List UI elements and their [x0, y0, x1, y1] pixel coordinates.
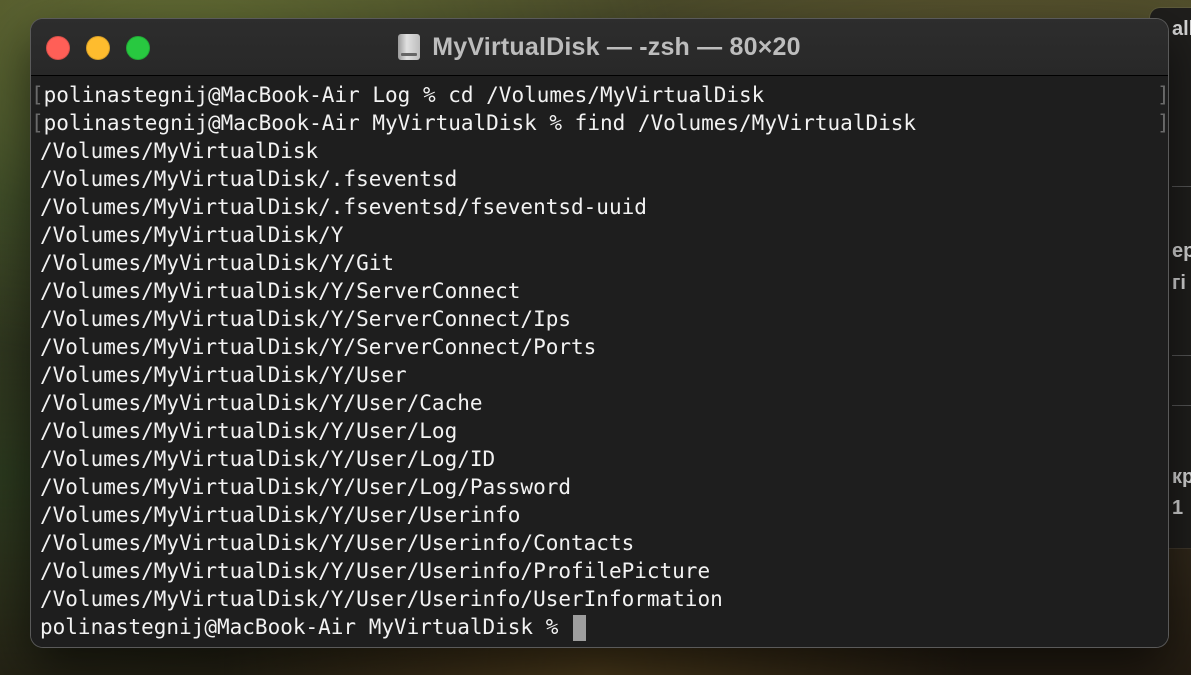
output-line: /Volumes/MyVirtualDisk/Y/Git [40, 251, 395, 275]
mark-bracket: [ [31, 111, 44, 135]
output-line: /Volumes/MyVirtualDisk/Y/User [40, 363, 407, 387]
output-line: /Volumes/MyVirtualDisk/Y/User/Userinfo/P… [40, 559, 711, 583]
command-text: find /Volumes/MyVirtualDisk [574, 111, 917, 135]
command-text: cd /Volumes/MyVirtualDisk [448, 83, 765, 107]
output-line: /Volumes/MyVirtualDisk/Y/User/Userinfo/U… [40, 587, 723, 611]
window-title-text: MyVirtualDisk — -zsh — 80×20 [432, 32, 801, 61]
background-window-text: ер [1172, 240, 1191, 262]
text-cursor [573, 615, 587, 641]
output-line: /Volumes/MyVirtualDisk/Y/User/Log/Passwo… [40, 475, 572, 499]
output-line: /Volumes/MyVirtualDisk [40, 139, 319, 163]
terminal-output: [polinastegnij@MacBook-Air Log % cd /Vol… [31, 81, 916, 641]
prompt: polinastegnij@MacBook-Air MyVirtualDisk … [43, 111, 575, 135]
background-window-text: 1 [1172, 497, 1184, 519]
output-line: /Volumes/MyVirtualDisk/.fseventsd [40, 167, 458, 191]
terminal-content[interactable]: [polinastegnij@MacBook-Air Log % cd /Vol… [31, 76, 1168, 647]
disk-icon [398, 34, 421, 60]
output-line: /Volumes/MyVirtualDisk/Y/ServerConnect/P… [40, 335, 597, 359]
current-prompt-line[interactable]: polinastegnij@MacBook-Air MyVirtualDisk … [40, 613, 916, 641]
mark-bracket: [ [31, 83, 44, 107]
output-line: /Volumes/MyVirtualDisk/Y/User/Log/ID [40, 447, 496, 471]
background-window-text: гі [1172, 272, 1186, 294]
background-divider [1172, 355, 1191, 356]
output-line: /Volumes/MyVirtualDisk/.fseventsd/fseven… [40, 195, 647, 219]
background-divider [1172, 405, 1191, 406]
mark-bracket: ] [1157, 81, 1168, 109]
output-line: /Volumes/MyVirtualDisk/Y/User/Userinfo [40, 503, 521, 527]
background-divider [1172, 186, 1191, 187]
output-line: /Volumes/MyVirtualDisk/Y/ServerConnect [40, 279, 521, 303]
terminal-window[interactable]: MyVirtualDisk — -zsh — 80×20 [polinasteg… [31, 19, 1168, 647]
prompt: polinastegnij@MacBook-Air Log % [43, 83, 449, 107]
title-bar[interactable]: MyVirtualDisk — -zsh — 80×20 [31, 19, 1168, 76]
mark-bracket: ] [1157, 109, 1168, 137]
output-line: /Volumes/MyVirtualDisk/Y/User/Userinfo/C… [40, 531, 635, 555]
prompt: polinastegnij@MacBook-Air MyVirtualDisk … [40, 615, 572, 639]
command-line: [polinastegnij@MacBook-Air Log % cd /Vol… [31, 81, 916, 109]
background-window-text: кр [1172, 466, 1191, 488]
background-window-text: all [1172, 18, 1191, 40]
window-title: MyVirtualDisk — -zsh — 80×20 [31, 19, 1168, 75]
command-line: [polinastegnij@MacBook-Air MyVirtualDisk… [31, 109, 916, 137]
output-line: /Volumes/MyVirtualDisk/Y/ServerConnect/I… [40, 307, 572, 331]
output-line: /Volumes/MyVirtualDisk/Y/User/Cache [40, 391, 483, 415]
output-line: /Volumes/MyVirtualDisk/Y [40, 223, 344, 247]
output-line: /Volumes/MyVirtualDisk/Y/User/Log [40, 419, 458, 443]
